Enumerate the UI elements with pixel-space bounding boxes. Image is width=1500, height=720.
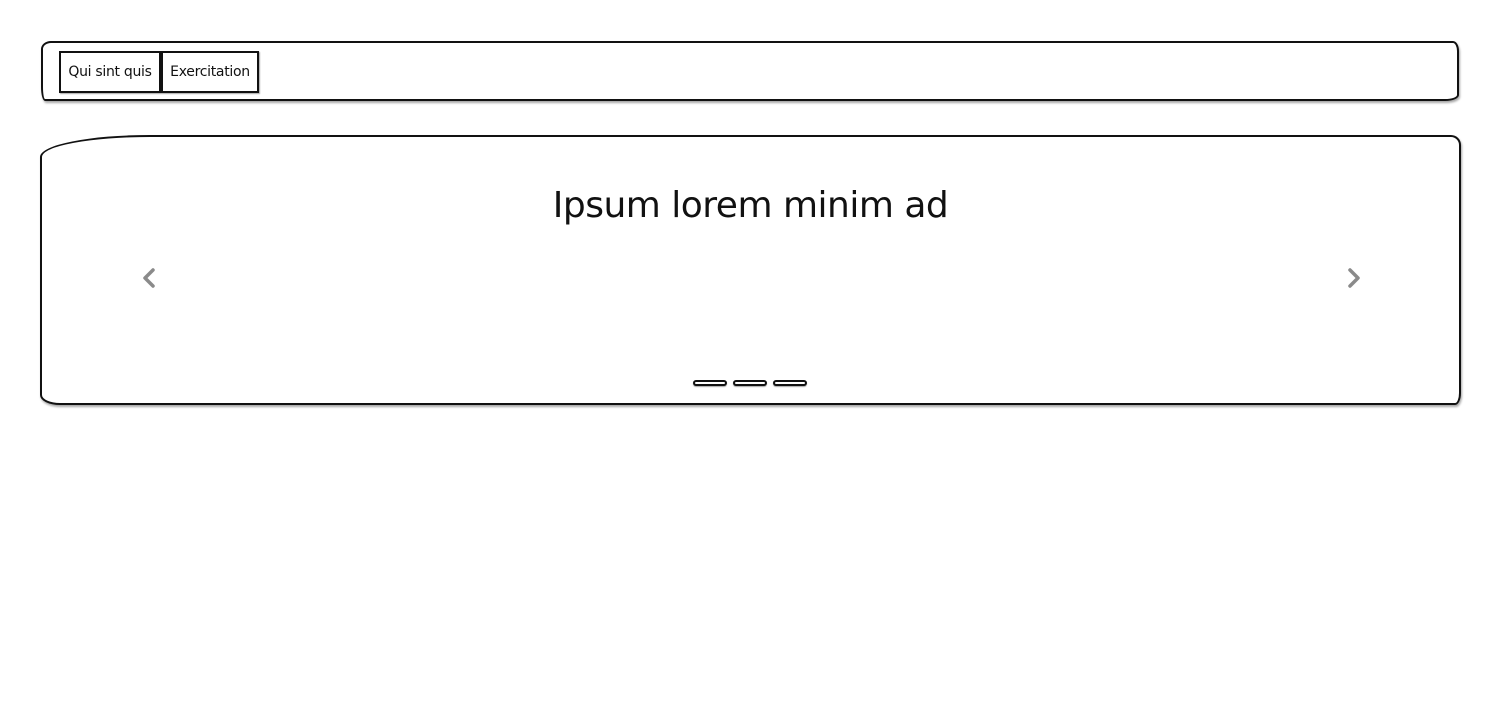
carousel-next-button[interactable] <box>1342 263 1366 293</box>
carousel-indicators <box>693 380 807 386</box>
top-navbar: Qui sint quis Exercitation <box>41 41 1459 101</box>
chevron-right-icon <box>1348 268 1360 288</box>
carousel-indicator-2[interactable] <box>733 380 767 386</box>
nav-button-qui-sint-quis[interactable]: Qui sint quis <box>59 51 161 93</box>
carousel-prev-button[interactable] <box>137 263 161 293</box>
nav-button-exercitation[interactable]: Exercitation <box>161 51 259 93</box>
carousel: Ipsum lorem minim ad <box>40 135 1461 405</box>
carousel-indicator-1[interactable] <box>693 380 727 386</box>
carousel-indicator-3[interactable] <box>773 380 807 386</box>
slide-title: Ipsum lorem minim ad <box>552 185 949 226</box>
chevron-left-icon <box>143 268 155 288</box>
